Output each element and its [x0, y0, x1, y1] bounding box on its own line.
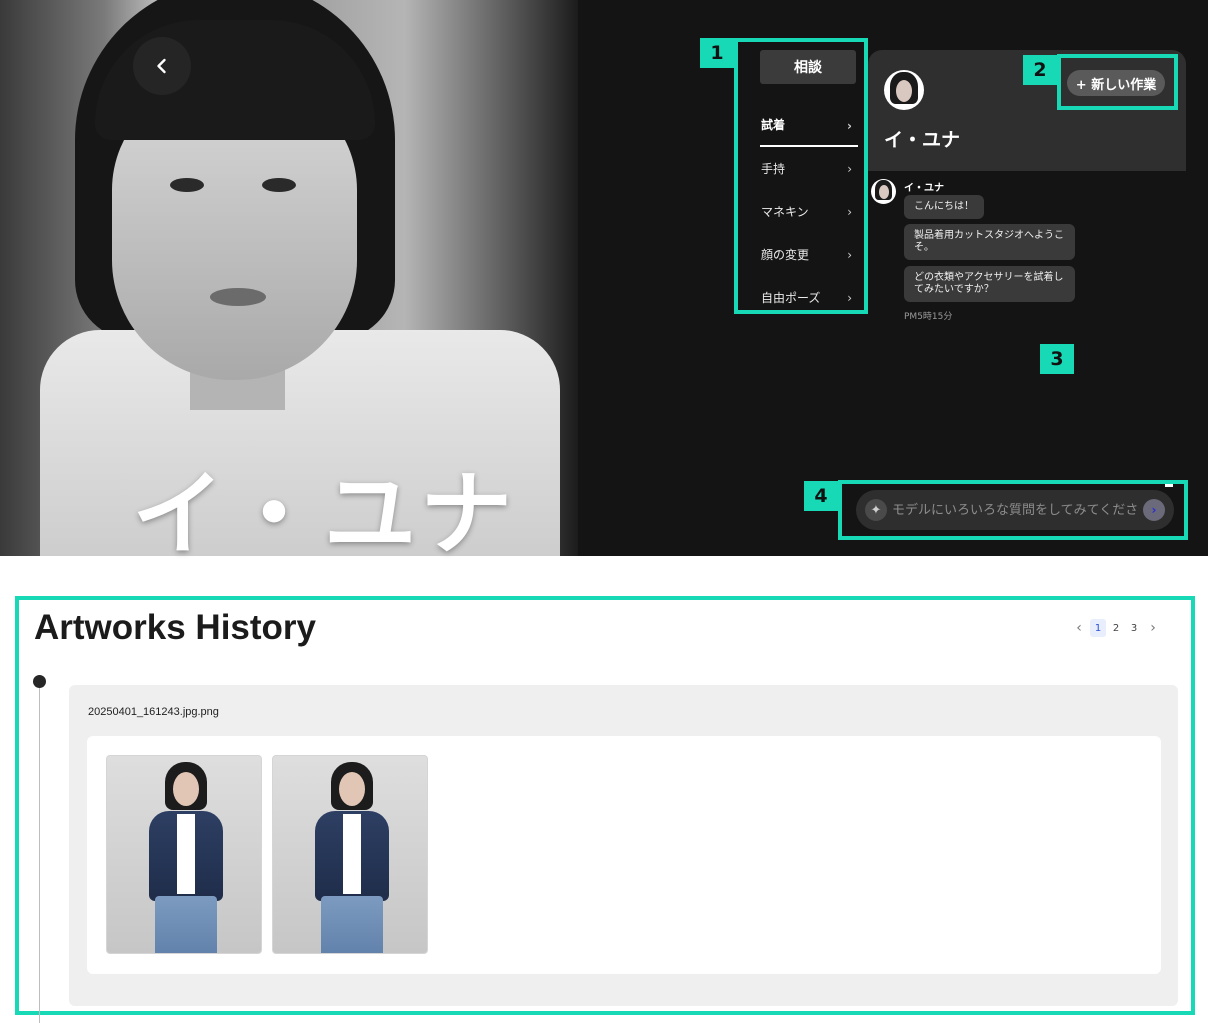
annotation-badge-4: 4 — [804, 481, 838, 511]
chevron-right-icon[interactable]: › — [1144, 620, 1162, 636]
pagination: ‹ 1 2 3 › — [1070, 619, 1162, 637]
timeline-dot — [33, 675, 46, 688]
annotation-badge-3: 3 — [1040, 344, 1074, 374]
chevron-left-icon[interactable]: ‹ — [1070, 620, 1088, 636]
chat-timestamp: PM5時15分 — [904, 312, 953, 322]
page-button-3[interactable]: 3 — [1126, 619, 1142, 637]
chat-model-name: イ・ユナ — [884, 129, 961, 151]
portrait-lips — [210, 288, 266, 306]
annotation-box-1 — [734, 38, 868, 314]
chevron-left-icon — [157, 58, 166, 74]
annotation-box-2 — [1057, 54, 1178, 110]
portrait-eye-left — [170, 178, 204, 192]
sender-avatar — [871, 179, 896, 204]
file-name: 20250401_161243.jpg.png — [88, 706, 219, 718]
artwork-thumbnail[interactable] — [272, 755, 428, 954]
annotation-badge-2: 2 — [1023, 55, 1057, 85]
chat-message: 製品着用カットスタジオへようこそ。 — [904, 224, 1075, 260]
chat-message: どの衣類やアクセサリーを試着してみたいですか？ — [904, 266, 1075, 302]
chat-message: こんにちは！ — [904, 195, 984, 219]
avatar — [884, 70, 924, 110]
back-button[interactable] — [133, 37, 191, 95]
page-button-1[interactable]: 1 — [1090, 619, 1106, 637]
hero-model-name: イ・ユナ — [132, 461, 517, 568]
artwork-thumbnail[interactable] — [106, 755, 262, 954]
timeline-line — [39, 688, 40, 1023]
page-title: Artworks History — [34, 608, 317, 647]
annotation-box-4 — [838, 480, 1188, 540]
annotation-badge-1: 1 — [700, 38, 734, 68]
sender-name: イ・ユナ — [904, 183, 944, 194]
page-button-2[interactable]: 2 — [1108, 619, 1124, 637]
portrait-eye-right — [262, 178, 296, 192]
